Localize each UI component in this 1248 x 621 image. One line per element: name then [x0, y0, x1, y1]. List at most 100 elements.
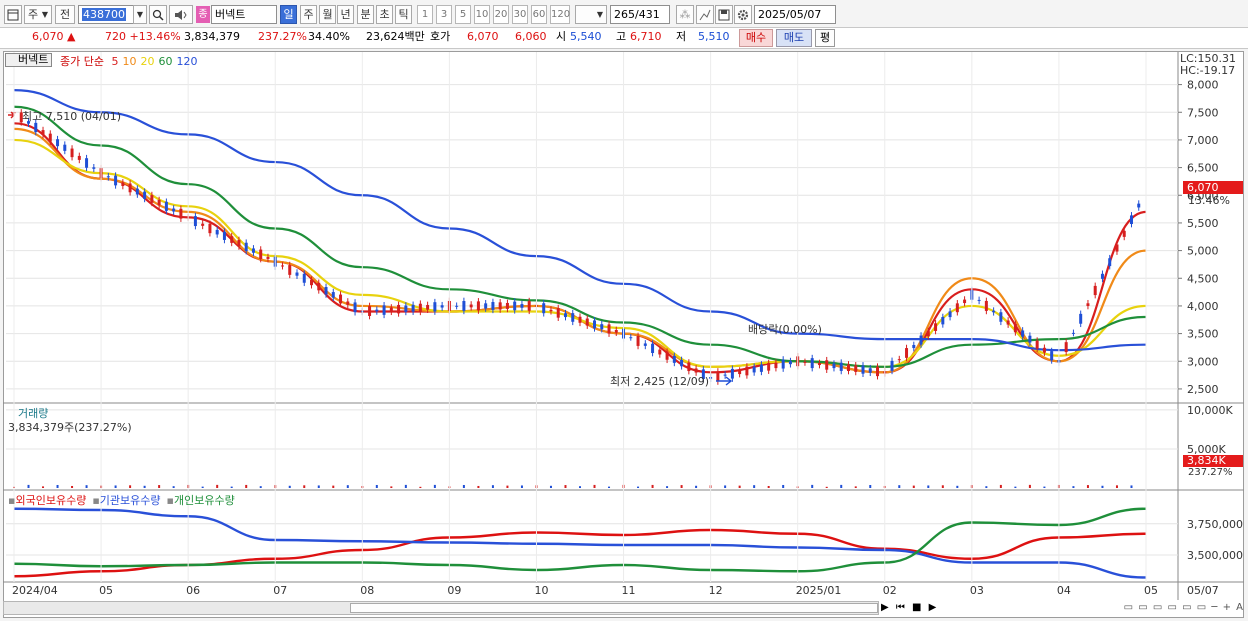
candle-body [1028, 335, 1032, 343]
volume-bar [927, 485, 930, 488]
candle-body [788, 361, 792, 365]
stock-chart[interactable]: 8,0007,5007,0006,5006,0005,5005,0004,500… [0, 0, 1248, 621]
candle-body [854, 365, 858, 372]
candle-body [571, 313, 575, 322]
candle-body [440, 305, 444, 308]
volume-current-pct: 237.27% [1188, 467, 1233, 478]
candle-body [164, 201, 168, 211]
horizontal-scrollbar[interactable] [3, 601, 879, 615]
candle-body [259, 249, 263, 260]
volume-bar [71, 485, 74, 488]
candle-body [491, 302, 495, 310]
candle-body [222, 231, 226, 240]
candle-body [128, 183, 132, 193]
current-price-tag: 6,070 [1183, 181, 1243, 194]
candle-body [48, 133, 52, 142]
candle-body [382, 305, 386, 315]
volume-bar [85, 485, 88, 488]
x-tick-label: 06 [186, 584, 200, 597]
candle-body [977, 299, 981, 301]
candle-body [716, 371, 720, 382]
candle-body [527, 301, 531, 311]
volume-bar [1072, 486, 1075, 488]
volume-bar [985, 486, 988, 488]
candle-body [513, 301, 517, 311]
candle-body [201, 223, 205, 226]
candle-body [484, 303, 488, 309]
candle-body [636, 336, 640, 346]
playback-controls[interactable]: ▶ ⏮ ■ ▶ [881, 601, 943, 615]
zoom-controls[interactable]: ▭ ▭ ▭ ▭ ▭ ▭ ─ + A [948, 601, 1244, 615]
ma-line-20 [13, 138, 1147, 368]
price-tick-label: 5,000 [1187, 245, 1219, 258]
price-panel-tag: 버넥트 [5, 53, 53, 67]
volume-bar [941, 485, 944, 488]
candle-body [629, 337, 633, 339]
candle-body [810, 358, 814, 369]
candle-body [346, 301, 350, 305]
volume-bar [637, 486, 640, 488]
volume-value-text: 3,834,379주(237.27%) [8, 421, 132, 434]
candle-body [172, 208, 176, 212]
candle-body [992, 310, 996, 313]
volume-bar [1130, 485, 1133, 488]
candle-body [825, 360, 829, 370]
x-axis-end-label: 05/07 [1187, 584, 1219, 597]
volume-bar [854, 486, 857, 488]
holdings-tick-label: 3,500,000 [1187, 549, 1243, 562]
candle-body [317, 282, 321, 291]
ma-legend-3: 60 [158, 55, 173, 68]
x-tick-label: 07 [273, 584, 287, 597]
candle-body [433, 302, 437, 312]
candle-body [77, 155, 81, 160]
candle-body [643, 343, 647, 346]
candle-body [1086, 303, 1090, 306]
candle-body [817, 363, 821, 366]
candle-body [426, 304, 430, 310]
candle-body [295, 272, 299, 276]
candle-body [1006, 320, 1010, 325]
volume-bar [114, 485, 117, 488]
candle-body [324, 286, 328, 295]
candle-body [934, 323, 938, 331]
volume-bar [724, 485, 727, 488]
volume-bar [375, 484, 378, 488]
ma-line-60 [13, 105, 1147, 368]
candle-body [752, 366, 756, 373]
candle-body [926, 330, 930, 337]
volume-bar [840, 484, 843, 488]
candle-body [476, 301, 480, 311]
volume-bar [1115, 485, 1118, 488]
price-tick-label: 3,500 [1187, 328, 1219, 341]
candle-body [244, 242, 248, 252]
volume-bar [666, 486, 669, 488]
scroll-thumb[interactable] [350, 603, 878, 613]
candle-body [34, 122, 38, 133]
volume-bar [216, 484, 219, 488]
volume-bar [433, 484, 436, 488]
candle-body [1021, 330, 1025, 337]
volume-bar [477, 485, 480, 488]
candle-body [542, 303, 546, 314]
candle-body [890, 360, 894, 371]
candle-body [331, 292, 335, 298]
holdings-legend-1: 기관보유수량 [99, 494, 161, 507]
x-tick-label: 2025/01 [796, 584, 842, 597]
volume-bar [738, 485, 741, 488]
volume-bar [419, 486, 422, 488]
volume-bar [912, 485, 915, 488]
x-tick-label: 10 [534, 584, 548, 597]
volume-bar [158, 485, 161, 488]
candle-body [614, 329, 618, 333]
volume-bar [259, 486, 262, 488]
volume-bar [651, 484, 654, 488]
candle-body [948, 311, 952, 318]
volume-bar [303, 485, 306, 488]
candle-body [759, 364, 763, 372]
candle-body [230, 236, 234, 243]
candle-body [237, 239, 241, 247]
x-tick-label: 05 [99, 584, 113, 597]
candle-body [208, 223, 212, 234]
candle-body [832, 363, 836, 369]
candle-body [310, 279, 314, 286]
